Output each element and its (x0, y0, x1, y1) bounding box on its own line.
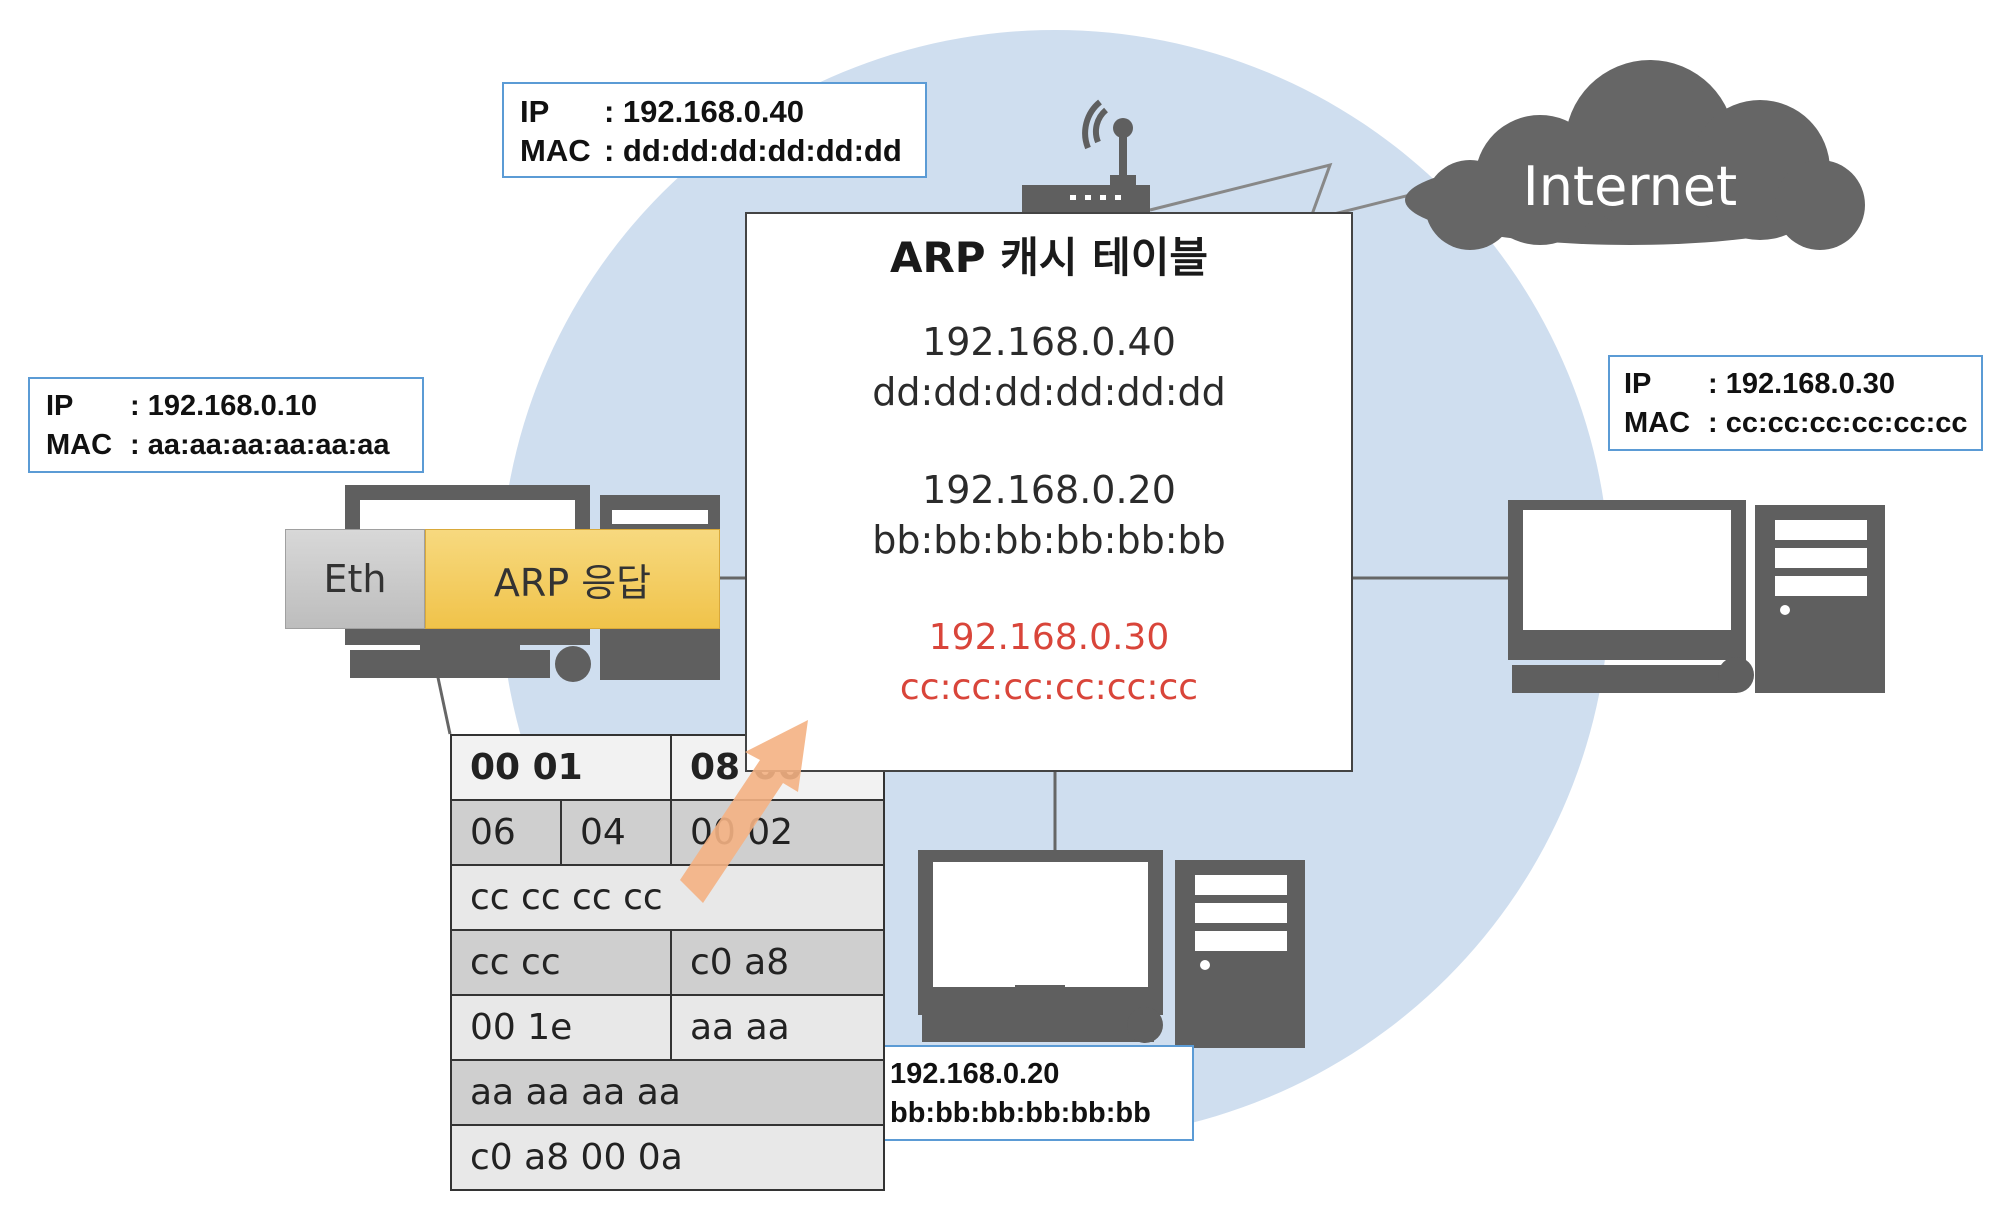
arp-entry-ip: 192.168.0.30 (928, 617, 1170, 658)
arp-entry-mac: bb:bb:bb:bb:bb:bb (872, 518, 1226, 562)
packet-cell: 00 01 (450, 734, 672, 801)
host-a-mac-label: MAC (46, 429, 113, 461)
packet-cell: cc cc (450, 929, 672, 996)
router-ip-label: IP (520, 94, 550, 129)
host-a-mac: : aa:aa:aa:aa:aa:aa (130, 429, 390, 461)
packet-cell: 00 1e (450, 994, 672, 1061)
arp-cache-panel: ARP 캐시 테이블 192.168.0.40 dd:dd:dd:dd:dd:d… (745, 212, 1353, 772)
computer-icon-host-b (918, 850, 1305, 1048)
packet-cell: c0 a8 (670, 929, 885, 996)
router-mac-label: MAC (520, 133, 591, 168)
router-mac: : dd:dd:dd:dd:dd:dd (604, 133, 902, 168)
internet-label: Internet (1522, 155, 1738, 218)
arp-entry-ip: 192.168.0.20 (922, 468, 1176, 512)
packet-row: c0 a8 00 0a (450, 1124, 885, 1191)
arp-entry-mac: cc:cc:cc:cc:cc:cc (899, 667, 1199, 708)
packet-cell: aa aa aa aa (450, 1059, 885, 1126)
packet-cell: c0 a8 00 0a (450, 1124, 885, 1191)
arp-packet-table: 00 01 08 00 06 04 00 02 cc cc cc cc cc c… (450, 734, 885, 1191)
host-c-mac-label: MAC (1624, 407, 1691, 439)
packet-cell: aa aa (670, 994, 885, 1061)
packet-row: 00 1e aa aa (450, 994, 885, 1061)
packet-row: cc cc c0 a8 (450, 929, 885, 996)
host-b-info-box: 192.168.0.20 bb:bb:bb:bb:bb:bb (882, 1045, 1194, 1141)
host-a-info-box: IP : 192.168.0.10 MAC : aa:aa:aa:aa:aa:aa (28, 377, 424, 473)
packet-cell: 06 (450, 799, 562, 866)
host-a-ip-label: IP (46, 390, 74, 422)
router-info-box: IP : 192.168.0.40 MAC : dd:dd:dd:dd:dd:dd (502, 82, 927, 178)
host-c-mac: : cc:cc:cc:cc:cc:cc (1708, 407, 1968, 439)
host-b-ip: 192.168.0.20 (890, 1058, 1060, 1090)
arp-entry-mac: dd:dd:dd:dd:dd:dd (872, 370, 1226, 414)
packet-cell: 04 (560, 799, 672, 866)
host-c-ip: : 192.168.0.30 (1708, 368, 1896, 400)
host-c-info-box: IP : 192.168.0.30 MAC : cc:cc:cc:cc:cc:cc (1608, 355, 1983, 451)
arp-entry-highlighted: 192.168.0.30 cc:cc:cc:cc:cc:cc (747, 613, 1351, 713)
router-ip: : 192.168.0.40 (604, 94, 804, 129)
packet-row: 06 04 00 02 (450, 799, 885, 866)
host-c-ip-label: IP (1624, 368, 1652, 400)
arp-reply-label: ARP 응답 (425, 529, 720, 629)
arp-entry: 192.168.0.20 bb:bb:bb:bb:bb:bb (747, 465, 1351, 565)
eth-header-label: Eth (285, 529, 425, 629)
host-b-mac: bb:bb:bb:bb:bb:bb (890, 1097, 1151, 1129)
packet-cell: cc cc cc cc (450, 864, 885, 931)
packet-cell: 00 02 (670, 799, 885, 866)
arp-cache-title: ARP 캐시 테이블 (889, 233, 1209, 282)
arp-entry: 192.168.0.40 dd:dd:dd:dd:dd:dd (747, 317, 1351, 417)
packet-row: aa aa aa aa (450, 1059, 885, 1126)
packet-row: cc cc cc cc (450, 864, 885, 931)
arp-entry-ip: 192.168.0.40 (922, 320, 1176, 364)
host-a-ip: : 192.168.0.10 (130, 390, 318, 422)
